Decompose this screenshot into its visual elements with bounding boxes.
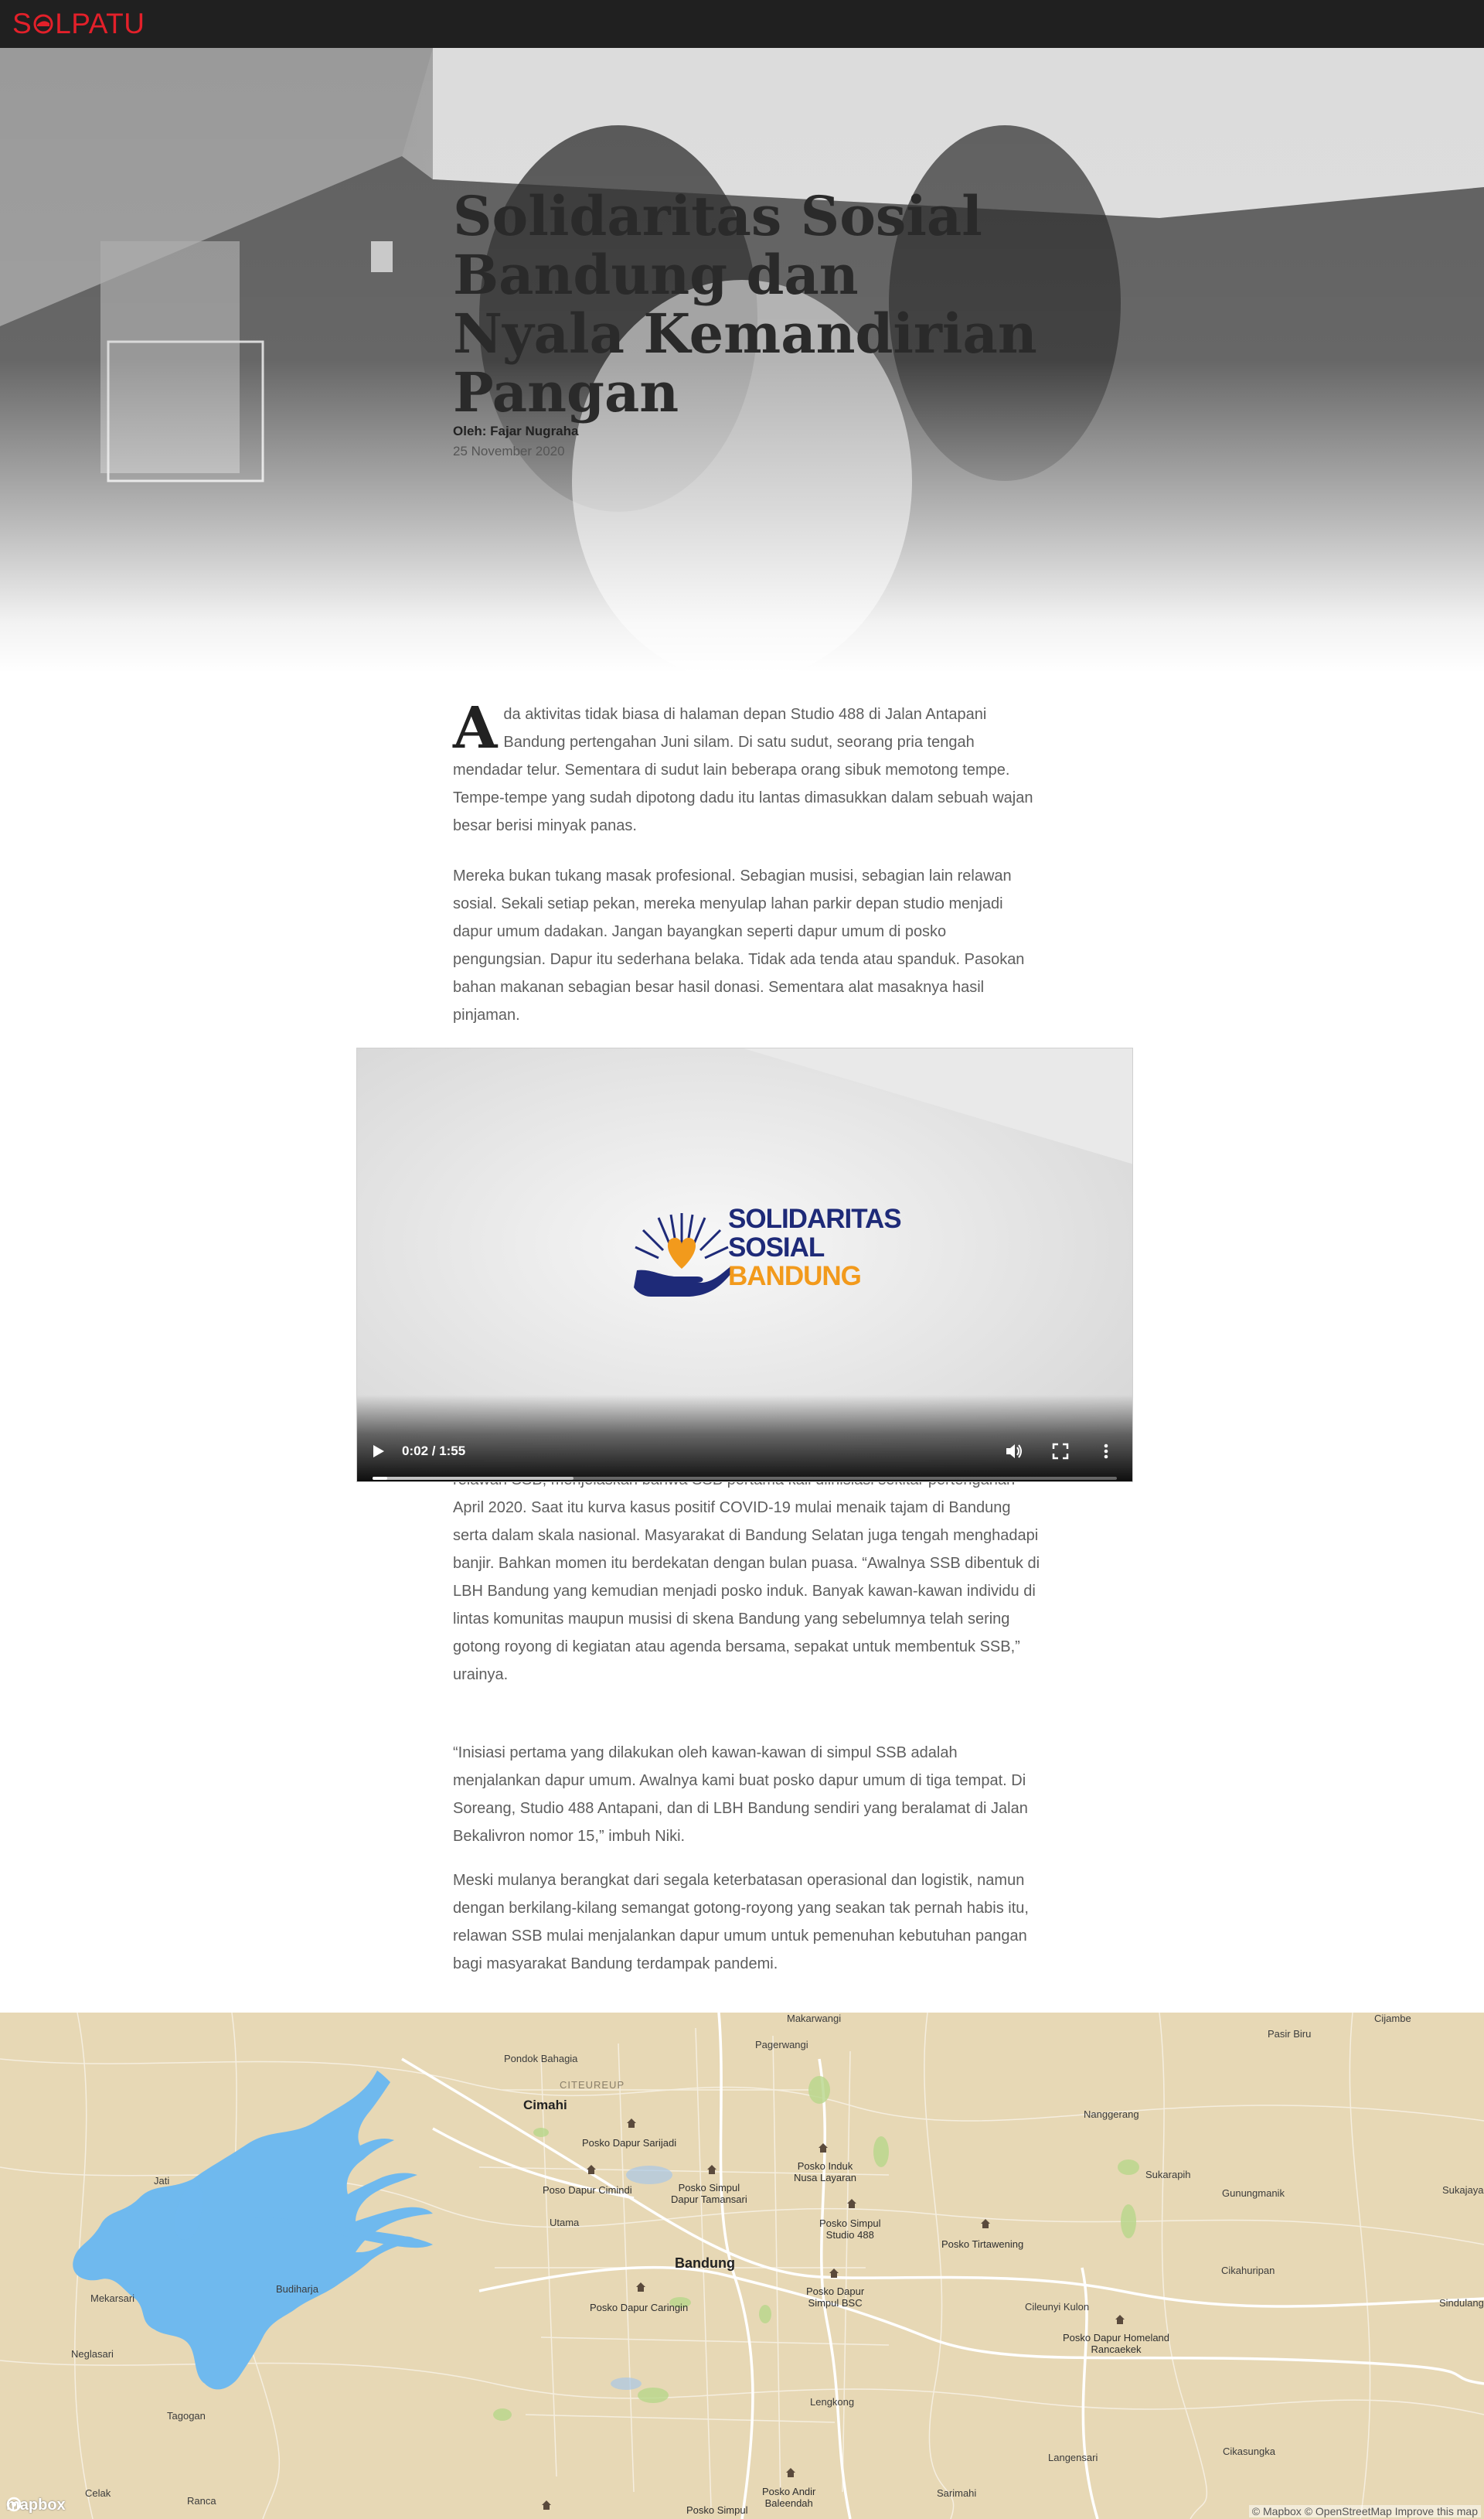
- map-label-cijambe: Cijambe: [1374, 2013, 1411, 2024]
- fullscreen-icon[interactable]: [1050, 1441, 1070, 1461]
- map-label-lengkong: Lengkong: [810, 2396, 855, 2408]
- hero-section: Solidaritas Sosial Bandung dan Nyala Kem…: [0, 48, 1484, 673]
- posko-pin-icon[interactable]: [706, 2164, 717, 2175]
- video-player[interactable]: SOLIDARITAS SOSIAL BANDUNG 0:02 / 1:55: [356, 1048, 1133, 1482]
- play-icon[interactable]: [369, 1443, 386, 1460]
- posko-pin-icon[interactable]: [626, 2118, 637, 2129]
- posko-pin-icon[interactable]: [586, 2164, 597, 2175]
- map-label-sukarapih: Sukarapih: [1145, 2169, 1191, 2180]
- site-logo[interactable]: S LPATU: [12, 6, 145, 40]
- map-label-sindulang: Sindulang: [1439, 2297, 1484, 2309]
- mapbox-logo[interactable]: mapbox: [6, 2497, 66, 2514]
- video-progress-bar[interactable]: [373, 1477, 1117, 1480]
- posko-label-andir-line-2: Baleendah: [764, 2497, 813, 2509]
- posko-label-homeland-line-2: Rancaekek: [1091, 2343, 1142, 2355]
- posko-pin-icon[interactable]: [818, 2142, 829, 2153]
- posko-label-cimindi: Poso Dapur Cimindi: [543, 2184, 632, 2196]
- posko-pin-icon[interactable]: [635, 2282, 646, 2292]
- posko-pin-icon[interactable]: [785, 2467, 796, 2478]
- article-paragraph-2: Mereka bukan tukang masak profesional. S…: [453, 868, 1025, 1024]
- posko-label-studio-line-2: Studio 488: [825, 2229, 874, 2241]
- posko-label-caringin: Posko Dapur Caringin: [590, 2302, 689, 2313]
- video-time: 0:02 / 1:55: [402, 1444, 466, 1458]
- posko-label-bottom: Posko Simpul: [686, 2504, 748, 2516]
- map-label-pasir-biru: Pasir Biru: [1268, 2028, 1312, 2040]
- map-label-jati: Jati: [154, 2175, 170, 2187]
- article-paragraph-4: “Inisiasi pertama yang dilakukan oleh ka…: [453, 1744, 1028, 1845]
- paragraph-1-text: da aktivitas tidak biasa di halaman depa…: [453, 706, 1033, 834]
- map-label-cileunyi-kulon: Cileunyi Kulon: [1025, 2301, 1090, 2313]
- map-label-pondok-bahagia: Pondok Bahagia: [504, 2053, 578, 2064]
- posko-label-sarijadi: Posko Dapur Sarijadi: [582, 2137, 677, 2149]
- article-paragraph-3: relawan SSB, menjelaskan bahwa SSB perta…: [453, 1471, 1040, 1683]
- map-label-nanggerang: Nanggerang: [1084, 2108, 1139, 2120]
- map-label-cimahi: Cimahi: [523, 2098, 567, 2112]
- video-progress-played: [373, 1477, 388, 1480]
- posko-pin-icon[interactable]: [846, 2198, 857, 2209]
- map-label-ranca: Ranca: [187, 2495, 216, 2507]
- posko-label-homeland: Posko Dapur Homeland Rancaekek: [1063, 2332, 1169, 2355]
- video-logo-line-3: BANDUNG: [728, 1261, 862, 1291]
- map-label-neglasari: Neglasari: [71, 2348, 114, 2360]
- map-label-gunungmanik: Gunungmanik: [1222, 2187, 1285, 2199]
- posko-label-homeland-line-1: Posko Dapur Homeland: [1063, 2332, 1170, 2343]
- logo-shoe-icon: [32, 12, 54, 34]
- map-label-bandung: Bandung: [675, 2255, 735, 2271]
- posko-pin-icon[interactable]: [1115, 2314, 1125, 2325]
- map-label-sarimahi: Sarimahi: [937, 2487, 977, 2499]
- posko-map[interactable]: Makarwangi Pagerwangi Pondok Bahagia CIT…: [0, 2013, 1484, 2519]
- posko-pin-icon[interactable]: [980, 2218, 991, 2229]
- posko-label-induk-line-2: Nusa Layaran: [794, 2172, 856, 2183]
- article-paragraph-5: Meski mulanya berangkat dari segala kete…: [453, 1872, 1029, 1972]
- posko-pin-icon[interactable]: [829, 2268, 839, 2279]
- posko-label-andir-line-1: Posko Andir: [762, 2486, 816, 2497]
- article-date: 25 November 2020: [453, 444, 565, 458]
- video-logo-line-1: SOLIDARITAS: [728, 1204, 902, 1234]
- map-attribution[interactable]: © Mapbox © OpenStreetMap Improve this ma…: [1248, 2505, 1481, 2517]
- article-author: Oleh: Fajar Nugraha: [453, 424, 579, 438]
- posko-label-andir: Posko Andir Baleendah: [762, 2486, 815, 2509]
- logo-letter-s: S: [12, 7, 32, 39]
- posko-label-tamansari-line-1: Posko Simpul: [678, 2182, 740, 2193]
- map-label-pagerwangi: Pagerwangi: [755, 2039, 808, 2050]
- posko-label-tamansari: Posko Simpul Dapur Tamansari: [671, 2182, 747, 2205]
- map-label-tagogan: Tagogan: [167, 2410, 206, 2422]
- map-label-makarwangi: Makarwangi: [787, 2013, 842, 2024]
- posko-label-studio-line-1: Posko Simpul: [819, 2217, 881, 2229]
- top-navigation-bar: S LPATU: [0, 0, 1484, 48]
- posko-label-induk-line-1: Posko Induk: [797, 2160, 853, 2172]
- posko-label-studio: Posko Simpul Studio 488: [819, 2217, 880, 2241]
- map-label-budiharja: Budiharja: [276, 2283, 318, 2295]
- posko-pin-icon[interactable]: [541, 2500, 552, 2510]
- map-label-citeureup: CITEUREUP: [560, 2079, 625, 2091]
- article-title: Solidaritas Sosial Bandung dan Nyala Kem…: [453, 184, 1037, 424]
- map-label-mekarsari: Mekarsari: [90, 2292, 135, 2304]
- map-label-celak: Celak: [85, 2487, 111, 2499]
- map-label-cikasungka: Cikasungka: [1223, 2446, 1275, 2457]
- posko-label-tirtawening: Posko Tirtawening: [941, 2238, 1024, 2250]
- mapbox-icon: [6, 2497, 22, 2512]
- posko-label-bsc-line-1: Posko Dapur: [806, 2286, 865, 2297]
- video-controls: 0:02 / 1:55: [357, 1395, 1132, 1481]
- posko-label-bsc: Posko Dapur Simpul BSC: [806, 2286, 864, 2309]
- map-label-langensari: Langensari: [1048, 2452, 1098, 2463]
- drop-cap: A: [453, 695, 498, 762]
- map-label-cikahuripan: Cikahuripan: [1221, 2265, 1275, 2276]
- more-options-icon[interactable]: [1096, 1441, 1116, 1461]
- volume-icon[interactable]: [1004, 1441, 1024, 1461]
- video-progress-buffer: [373, 1477, 574, 1480]
- map-label-sukajaya: Sukajaya: [1442, 2184, 1484, 2196]
- video-logo-line-2: SOSIAL: [728, 1232, 825, 1263]
- logo-wordmark-rest: LPATU: [55, 7, 145, 39]
- article-paragraph-1: A da aktivitas tidak biasa di halaman de…: [453, 700, 1040, 840]
- map-label-utama: Utama: [550, 2217, 580, 2228]
- posko-label-induk: Posko Induk Nusa Layaran: [794, 2160, 856, 2183]
- posko-label-tamansari-line-2: Dapur Tamansari: [671, 2193, 747, 2205]
- posko-label-bsc-line-2: Simpul BSC: [808, 2297, 863, 2309]
